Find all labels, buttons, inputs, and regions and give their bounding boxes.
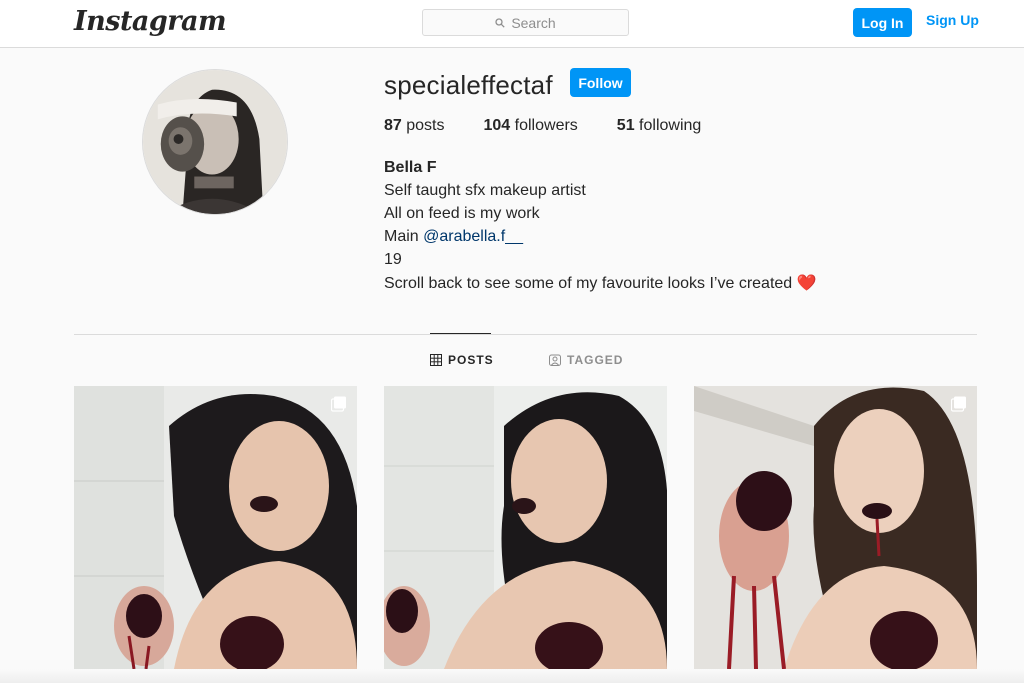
profile-avatar[interactable] <box>142 69 288 215</box>
multiple-photos-icon <box>951 396 966 412</box>
posts-stat: 87 posts <box>384 117 445 135</box>
tab-tagged[interactable]: TAGGED <box>549 353 623 367</box>
mention-link[interactable]: @arabella.f__ <box>423 228 523 245</box>
search-icon <box>495 17 505 28</box>
bio-line: Scroll back to see some of my favourite … <box>384 271 817 295</box>
following-count: 51 <box>616 117 635 134</box>
tab-posts[interactable]: POSTS <box>430 353 494 367</box>
bio-line: Main @arabella.f__ <box>384 225 817 248</box>
posts-label: posts <box>406 117 445 134</box>
active-tab-indicator <box>430 333 491 334</box>
grid-icon <box>430 354 442 366</box>
bio-line: 19 <box>384 251 402 268</box>
profile-username: specialeffectaf <box>384 70 553 100</box>
tab-tagged-label: TAGGED <box>567 353 624 367</box>
followers-count: 104 <box>483 117 511 134</box>
avatar-photo <box>143 70 287 214</box>
profile-stats: 87 posts 104 followers 51 following <box>384 117 740 135</box>
followers-label: followers <box>514 117 578 134</box>
bio-line: Self taught sfx makeup artist <box>384 182 586 199</box>
posts-count: 87 <box>384 117 402 134</box>
following-label: following <box>639 117 702 134</box>
bio-line-prefix: Main <box>384 228 424 245</box>
followers-stat[interactable]: 104 followers <box>484 117 578 135</box>
bottom-edge <box>0 669 1024 683</box>
profile-bio: Bella F Self taught sfx makeup artist Al… <box>384 156 817 295</box>
signup-link[interactable]: Sign Up <box>926 12 979 28</box>
search-input[interactable]: Search <box>422 9 629 36</box>
login-button[interactable]: Log In <box>853 8 912 37</box>
tabs-divider <box>74 334 977 335</box>
instagram-logo[interactable]: Instagram <box>74 6 227 37</box>
multiple-photos-icon <box>331 396 346 412</box>
post-tile[interactable] <box>384 386 667 669</box>
bio-line: All on feed is my work <box>384 205 540 222</box>
tab-posts-label: POSTS <box>448 353 494 367</box>
post-tile[interactable] <box>694 386 977 669</box>
tag-user-icon <box>549 354 561 366</box>
post-photo <box>694 386 977 669</box>
heart-emoji: ❤️ <box>796 273 817 292</box>
following-stat[interactable]: 51 following <box>617 117 702 135</box>
profile-full-name: Bella F <box>384 159 437 176</box>
post-photo <box>384 386 667 669</box>
top-navigation-bar: Instagram Search Log In Sign Up <box>0 0 1024 48</box>
bio-line-text: Scroll back to see some of my favourite … <box>384 275 793 292</box>
post-tile[interactable] <box>74 386 357 669</box>
follow-button[interactable]: Follow <box>570 68 631 97</box>
search-placeholder: Search <box>511 14 556 31</box>
post-photo <box>74 386 357 669</box>
